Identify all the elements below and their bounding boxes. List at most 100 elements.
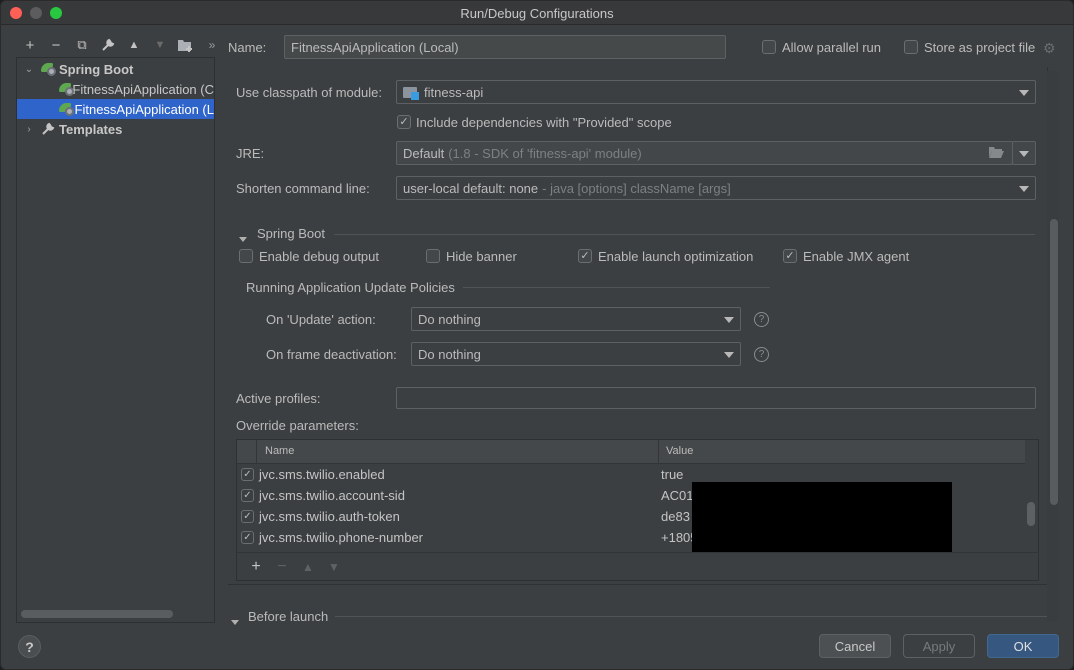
row-name[interactable]: jvc.sms.twilio.auth-token <box>259 509 400 524</box>
row-enabled-checkbox[interactable]: ✓ <box>241 489 254 502</box>
more-icon[interactable]: » <box>199 35 225 55</box>
store-as-project-file-checkbox[interactable] <box>904 40 918 54</box>
move-up-icon[interactable]: ▲ <box>121 35 147 55</box>
row-name[interactable]: jvc.sms.twilio.account-sid <box>259 488 405 503</box>
spring-boot-section-title: Spring Boot <box>257 226 325 241</box>
hide-banner-checkbox[interactable] <box>426 249 440 263</box>
shorten-command-line-value: user-local default: none <box>403 180 539 196</box>
hide-banner-label: Hide banner <box>446 249 517 264</box>
classpath-module-value: fitness-api <box>424 84 484 100</box>
enable-debug-output-checkbox[interactable] <box>239 249 253 263</box>
row-name[interactable]: jvc.sms.twilio.phone-number <box>259 530 423 545</box>
spring-boot-section-toggle[interactable] <box>239 230 247 245</box>
chevron-right-icon[interactable]: › <box>23 124 35 135</box>
ok-button[interactable]: OK <box>987 634 1059 658</box>
store-as-project-file-label: Store as project file <box>924 40 1036 55</box>
chevron-down-icon <box>724 317 734 323</box>
config-toolbar: + − ⧉ ▲ ▼ » <box>17 35 225 55</box>
row-enabled-checkbox[interactable]: ✓ <box>241 510 254 523</box>
enable-launch-optimization-checkbox[interactable]: ✓ <box>578 249 592 263</box>
gear-icon[interactable]: ⚙ <box>1043 40 1056 57</box>
allow-parallel-run-label: Allow parallel run <box>782 40 881 55</box>
spring-boot-icon <box>59 82 74 96</box>
help-icon[interactable]: ? <box>754 312 769 327</box>
copy-icon[interactable]: ⧉ <box>69 35 95 55</box>
move-row-up-icon[interactable]: ▲ <box>295 560 321 574</box>
chevron-down-icon <box>1019 186 1029 192</box>
tree-horizontal-scrollbar[interactable] <box>21 610 173 618</box>
enable-debug-output-label: Enable debug output <box>259 249 379 264</box>
row-enabled-checkbox[interactable]: ✓ <box>241 531 254 544</box>
remove-row-icon[interactable]: − <box>269 558 295 576</box>
active-profiles-input[interactable] <box>396 387 1036 409</box>
collapse-triangle-icon <box>231 620 239 625</box>
move-row-down-icon[interactable]: ▼ <box>321 560 347 574</box>
enable-jmx-agent-checkbox[interactable]: ✓ <box>783 249 797 263</box>
cancel-button[interactable]: Cancel <box>819 634 891 658</box>
jre-label: JRE: <box>236 146 265 161</box>
override-parameters-label: Override parameters: <box>236 418 359 433</box>
active-profiles-label: Active profiles: <box>236 391 321 406</box>
tree-item-fitness-api-local[interactable]: FitnessApiApplication (L <box>17 99 214 119</box>
add-row-icon[interactable]: + <box>243 558 269 576</box>
allow-parallel-run-checkbox[interactable] <box>762 40 776 54</box>
window-title: Run/Debug Configurations <box>460 6 614 21</box>
update-policies-title: Running Application Update Policies <box>246 280 455 295</box>
include-provided-deps-label: Include dependencies with "Provided" sco… <box>416 115 672 130</box>
table-vertical-scrollbar[interactable] <box>1027 502 1035 526</box>
new-folder-icon[interactable] <box>173 35 199 55</box>
policies-divider <box>463 287 770 288</box>
shorten-command-line-hint: - java [options] className [args] <box>542 180 731 196</box>
apply-button[interactable]: Apply <box>903 634 975 658</box>
on-update-action-dropdown[interactable]: Do nothing <box>411 307 741 331</box>
shorten-command-line-dropdown[interactable]: user-local default: none - java [options… <box>396 176 1036 200</box>
tree-item-fitness-api-cloud[interactable]: FitnessApiApplication (C <box>17 79 214 99</box>
column-separator <box>256 440 257 464</box>
tree-item-label: Spring Boot <box>59 61 134 77</box>
row-value[interactable]: de83 <box>661 509 690 524</box>
column-header-name[interactable]: Name <box>265 445 294 457</box>
tree-item-label: FitnessApiApplication (L <box>74 101 214 117</box>
jre-input[interactable]: Default (1.8 - SDK of 'fitness-api' modu… <box>396 141 1013 165</box>
column-header-value[interactable]: Value <box>666 445 693 457</box>
on-frame-deactivation-value: Do nothing <box>418 346 481 362</box>
jre-dropdown-button[interactable] <box>1012 141 1036 165</box>
spring-boot-icon <box>41 62 57 76</box>
remove-icon[interactable]: − <box>43 35 69 55</box>
before-launch-toggle[interactable] <box>231 613 239 628</box>
on-frame-deactivation-dropdown[interactable]: Do nothing <box>411 342 741 366</box>
name-input-value: FitnessApiApplication (Local) <box>291 39 459 55</box>
add-icon[interactable]: + <box>17 35 43 55</box>
folder-open-icon[interactable] <box>989 146 1004 161</box>
jre-hint: (1.8 - SDK of 'fitness-api' module) <box>448 145 642 161</box>
row-enabled-checkbox[interactable]: ✓ <box>241 468 254 481</box>
row-value[interactable]: AC01 <box>661 488 694 503</box>
classpath-module-dropdown[interactable]: fitness-api <box>396 80 1036 104</box>
module-folder-icon <box>403 86 419 100</box>
shorten-command-line-label: Shorten command line: <box>236 181 370 196</box>
chevron-down-icon[interactable]: ⌄ <box>23 64 35 75</box>
help-button[interactable]: ? <box>18 635 41 658</box>
move-down-icon[interactable]: ▼ <box>147 35 173 55</box>
tree-item-spring-boot[interactable]: ⌄ Spring Boot <box>17 59 214 79</box>
collapse-triangle-icon <box>239 237 247 242</box>
section-divider <box>334 234 1035 235</box>
name-input[interactable]: FitnessApiApplication (Local) <box>284 35 726 59</box>
chevron-down-icon <box>1019 90 1029 96</box>
wrench-icon[interactable] <box>95 35 121 55</box>
on-update-action-value: Do nothing <box>418 311 481 327</box>
row-value[interactable]: true <box>661 467 683 482</box>
row-name[interactable]: jvc.sms.twilio.enabled <box>259 467 385 482</box>
jre-value: Default <box>403 145 445 161</box>
chevron-down-icon <box>1019 151 1029 157</box>
config-vertical-scrollbar-thumb[interactable] <box>1050 219 1058 505</box>
help-icon[interactable]: ? <box>754 347 769 362</box>
wrench-icon <box>41 122 55 136</box>
chevron-down-icon <box>724 352 734 358</box>
title-bar: Run/Debug Configurations <box>1 1 1073 25</box>
before-launch-title: Before launch <box>248 609 329 624</box>
before-launch-divider <box>335 616 1047 617</box>
tree-item-templates[interactable]: › Templates <box>17 119 214 139</box>
name-label: Name: <box>228 40 267 55</box>
include-provided-deps-checkbox[interactable]: ✓ <box>397 115 411 129</box>
